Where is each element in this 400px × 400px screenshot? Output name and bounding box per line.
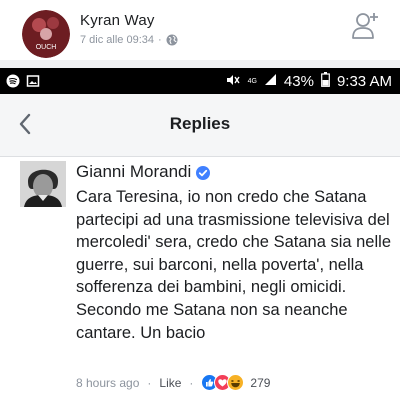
comment-body: Cara Teresina, io non credo che Satana p… bbox=[76, 188, 391, 342]
spotify-icon bbox=[6, 74, 20, 93]
footer-separator: · bbox=[189, 375, 194, 390]
meta-separator: · bbox=[158, 34, 162, 46]
battery-icon bbox=[321, 72, 330, 91]
commenter-name-label: Gianni Morandi bbox=[76, 162, 192, 181]
reactions-summary[interactable]: 279 bbox=[201, 374, 270, 391]
mute-icon bbox=[225, 73, 241, 91]
footer-separator: · bbox=[147, 375, 152, 390]
post-author-avatar[interactable]: OUCH bbox=[22, 10, 70, 58]
reaction-count: 279 bbox=[250, 375, 271, 390]
like-button[interactable]: Like bbox=[159, 376, 181, 390]
status-left-icons bbox=[6, 74, 40, 93]
comment-actions: 8 hours ago · Like · 279 bbox=[76, 374, 396, 391]
verified-badge-icon bbox=[196, 165, 211, 180]
add-friend-icon[interactable] bbox=[352, 10, 380, 40]
network-indicator: 4G bbox=[248, 78, 257, 85]
post-author-name[interactable]: Kyran Way bbox=[80, 12, 155, 29]
replies-header: Replies bbox=[0, 94, 400, 157]
commenter-name[interactable]: Gianni Morandi bbox=[76, 162, 211, 182]
embedded-screenshot: 4G 43% 9:33 AM Replies Gianni Morandi Ca… bbox=[0, 68, 400, 400]
post-header: OUCH Kyran Way 7 dic alle 09:34 · bbox=[0, 0, 400, 60]
battery-percent: 43% bbox=[283, 73, 314, 90]
status-right-icons: 4G 43% 9:33 AM bbox=[225, 72, 392, 91]
network-type: 4G bbox=[247, 78, 257, 85]
status-bar: 4G 43% 9:33 AM bbox=[0, 68, 400, 94]
commenter-avatar[interactable] bbox=[20, 161, 66, 207]
signal-icon bbox=[264, 73, 277, 90]
globe-icon bbox=[166, 34, 178, 46]
avatar-caption: OUCH bbox=[36, 44, 57, 51]
post-timestamp[interactable]: 7 dic alle 09:34 bbox=[80, 34, 154, 46]
clock: 9:33 AM bbox=[336, 73, 392, 90]
page-title: Replies bbox=[169, 114, 231, 133]
comment-timestamp[interactable]: 8 hours ago bbox=[76, 376, 139, 390]
haha-reaction-icon bbox=[227, 374, 245, 391]
image-notification-icon bbox=[26, 74, 40, 93]
post-meta: 7 dic alle 09:34 · bbox=[80, 34, 178, 46]
